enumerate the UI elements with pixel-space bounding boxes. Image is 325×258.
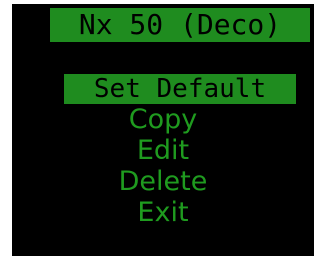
menu-item-edit[interactable]: Edit (12, 135, 314, 166)
device-screen: Nx 50 (Deco) Set Default Copy Edit Delet… (12, 4, 314, 256)
menu-item-exit[interactable]: Exit (12, 197, 314, 228)
gas-title: Nx 50 (Deco) (50, 8, 310, 42)
menu-item-set-default[interactable]: Set Default (64, 74, 296, 104)
menu-item-copy[interactable]: Copy (12, 104, 314, 135)
menu-item-delete[interactable]: Delete (12, 166, 314, 197)
gas-options-menu: Set Default Copy Edit Delete Exit (12, 74, 314, 228)
